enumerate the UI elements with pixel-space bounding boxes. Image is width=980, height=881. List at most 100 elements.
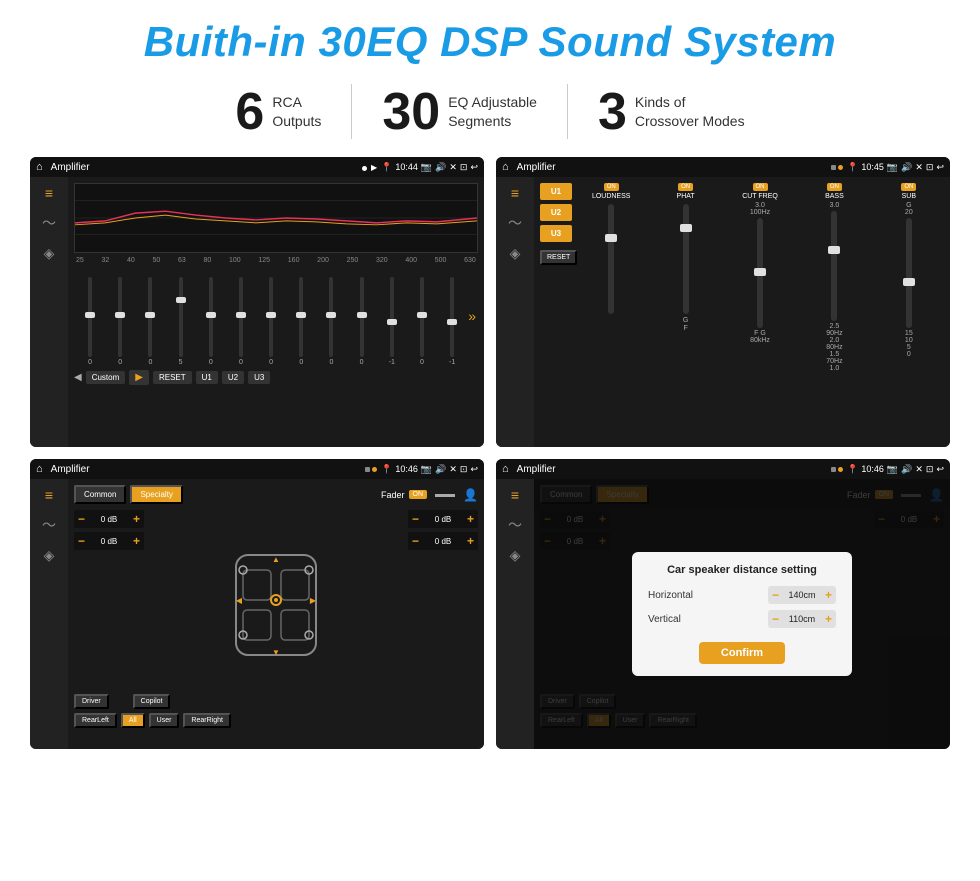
eq-slider-2: 0: [136, 277, 164, 366]
eq-mode-btn[interactable]: Custom: [86, 371, 126, 384]
phat-slider[interactable]: [683, 204, 689, 314]
preset-u1[interactable]: U1: [540, 183, 572, 200]
fader-all-btn[interactable]: All: [121, 713, 145, 728]
db-minus-0[interactable]: −: [78, 512, 85, 526]
loudness-slider[interactable]: [608, 204, 614, 314]
status-icons-3: 📍 10:46 📷 🔊 ✕ ⊡ ↩: [381, 464, 478, 475]
dialog-vertical-row: Vertical − 110cm +: [648, 610, 836, 628]
fader-tabs: Common Specialty Fader ON ▬▬ 👤: [74, 485, 478, 504]
db-minus-3[interactable]: −: [412, 534, 419, 548]
cutfreq-on[interactable]: ON: [753, 183, 768, 191]
eq-u2-btn[interactable]: U2: [222, 371, 244, 384]
fader-rearleft-btn[interactable]: RearLeft: [74, 713, 117, 728]
eq-prev-btn[interactable]: ◀: [74, 372, 82, 383]
fader-copilot-btn[interactable]: Copilot: [133, 694, 171, 709]
fader-driver-btn[interactable]: Driver: [74, 694, 109, 709]
horizontal-value: 140cm: [783, 590, 821, 600]
volume-icon-3: 🔊: [435, 464, 446, 475]
back-icon-3[interactable]: ↩: [470, 464, 478, 475]
status-bar-2: ⌂ Amplifier 📍 10:45 📷 🔊 ✕ ⊡ ↩: [496, 157, 950, 177]
svg-text:▶: ▶: [310, 596, 317, 605]
nav-speaker-icon[interactable]: ◈: [44, 245, 55, 262]
cutfreq-slider[interactable]: [757, 218, 763, 328]
nav-speaker-icon-4[interactable]: ◈: [510, 547, 521, 564]
eq-more-icon[interactable]: »: [468, 308, 476, 324]
preset-u2[interactable]: U2: [540, 204, 572, 221]
fader-left-controls: − 0 dB + − 0 dB +: [74, 510, 144, 690]
phat-on[interactable]: ON: [678, 183, 693, 191]
fader-user-btn[interactable]: User: [149, 713, 180, 728]
eq-slider-3: 5: [167, 277, 195, 366]
home-icon-3[interactable]: ⌂: [36, 463, 43, 475]
home-icon-1[interactable]: ⌂: [36, 161, 43, 173]
back-icon-2[interactable]: ↩: [936, 162, 944, 173]
bass-on[interactable]: ON: [827, 183, 842, 191]
tab-specialty[interactable]: Specialty: [130, 485, 182, 504]
window-icon-1: ⊡: [460, 162, 468, 173]
app-title-1: Amplifier: [51, 162, 358, 173]
eq-play-btn[interactable]: ▶: [129, 370, 149, 385]
nav-wave-icon-4[interactable]: 〜: [508, 515, 522, 535]
stat-eq: 30 EQ Adjustable Segments: [352, 86, 567, 138]
bass-slider[interactable]: [831, 211, 837, 321]
nav-speaker-icon-2[interactable]: ◈: [510, 245, 521, 262]
db-plus-0[interactable]: +: [133, 512, 140, 526]
fader-on-toggle[interactable]: ON: [409, 490, 428, 499]
close-icon-2: ✕: [915, 162, 923, 173]
nav-wave-icon-2[interactable]: 〜: [508, 213, 522, 233]
sub-on[interactable]: ON: [901, 183, 916, 191]
nav-wave-icon[interactable]: 〜: [42, 213, 56, 233]
preset-u3[interactable]: U3: [540, 225, 572, 242]
stat-crossover-number: 3: [598, 86, 627, 138]
eq-u3-btn[interactable]: U3: [248, 371, 270, 384]
db-minus-1[interactable]: −: [78, 534, 85, 548]
side-nav-3: ≡ 〜 ◈: [30, 479, 68, 749]
eq-slider-1: 0: [106, 277, 134, 366]
back-icon-1[interactable]: ↩: [470, 162, 478, 173]
nav-eq-icon[interactable]: ≡: [45, 185, 53, 201]
eq-graph: [74, 183, 478, 253]
close-icon-3: ✕: [449, 464, 457, 475]
horizontal-plus-btn[interactable]: +: [825, 588, 832, 602]
nav-eq-icon-4[interactable]: ≡: [511, 487, 519, 503]
screen-eq: ⌂ Amplifier ▶ 📍 10:44 📷 🔊 ✕ ⊡ ↩ ≡ 〜 ◈: [30, 157, 484, 447]
location-icon-4: 📍: [847, 464, 858, 475]
eq-reset-btn[interactable]: RESET: [153, 371, 192, 384]
status-icons-2: 📍 10:45 📷 🔊 ✕ ⊡ ↩: [847, 162, 944, 173]
home-icon-2[interactable]: ⌂: [502, 161, 509, 173]
nav-wave-icon-3[interactable]: 〜: [42, 515, 56, 535]
side-nav-4: ≡ 〜 ◈: [496, 479, 534, 749]
cross-sub: ON SUB G 20 151050: [874, 183, 944, 441]
crossover-content-wrap: U1 U2 U3 RESET ON LOUDNESS: [534, 177, 950, 447]
speaker-distance-dialog: Car speaker distance setting Horizontal …: [632, 552, 852, 676]
db-control-3: − 0 dB +: [408, 532, 478, 550]
eq-u1-btn[interactable]: U1: [196, 371, 218, 384]
confirm-button[interactable]: Confirm: [699, 642, 785, 664]
db-minus-2[interactable]: −: [412, 512, 419, 526]
back-icon-4[interactable]: ↩: [936, 464, 944, 475]
svg-text:▲: ▲: [272, 555, 280, 564]
nav-eq-icon-2[interactable]: ≡: [511, 185, 519, 201]
nav-speaker-icon-3[interactable]: ◈: [44, 547, 55, 564]
loudness-on[interactable]: ON: [604, 183, 619, 191]
home-icon-4[interactable]: ⌂: [502, 463, 509, 475]
horizontal-minus-btn[interactable]: −: [772, 588, 779, 602]
location-icon-1: 📍: [381, 162, 392, 173]
db-plus-1[interactable]: +: [133, 534, 140, 548]
fader-main-content: Common Specialty Fader ON ▬▬ 👤 − 0 dB +: [74, 485, 478, 743]
screens-grid: ⌂ Amplifier ▶ 📍 10:44 📷 🔊 ✕ ⊡ ↩ ≡ 〜 ◈: [30, 157, 950, 749]
vertical-minus-btn[interactable]: −: [772, 612, 779, 626]
db-control-1: − 0 dB +: [74, 532, 144, 550]
db-plus-2[interactable]: +: [467, 512, 474, 526]
crossover-reset-btn[interactable]: RESET: [540, 250, 577, 265]
vertical-plus-btn[interactable]: +: [825, 612, 832, 626]
screen-fader: ⌂ Amplifier 📍 10:46 📷 🔊 ✕ ⊡ ↩ ≡: [30, 459, 484, 749]
nav-eq-icon-3[interactable]: ≡: [45, 487, 53, 503]
location-icon-2: 📍: [847, 162, 858, 173]
sub-slider[interactable]: [906, 218, 912, 328]
tab-common[interactable]: Common: [74, 485, 126, 504]
stats-row: 6 RCA Outputs 30 EQ Adjustable Segments …: [30, 84, 950, 139]
fader-rearright-btn[interactable]: RearRight: [183, 713, 231, 728]
db-plus-3[interactable]: +: [467, 534, 474, 548]
stat-rca: 6 RCA Outputs: [205, 86, 351, 138]
